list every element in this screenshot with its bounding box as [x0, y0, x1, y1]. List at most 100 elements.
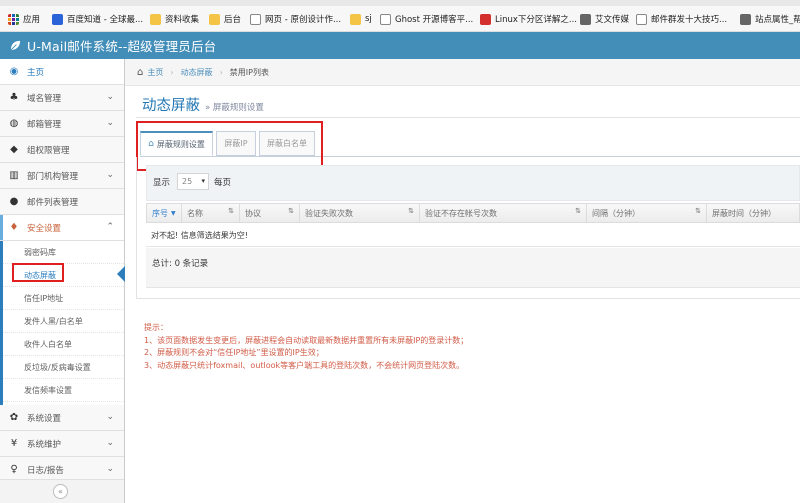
folder-icon: [209, 13, 220, 25]
bookmark-collection[interactable]: 资料收集: [150, 12, 199, 26]
bookmark-ghost[interactable]: Ghost 开源博客平...: [380, 12, 473, 26]
breadcrumb-separator: ›: [219, 67, 223, 77]
collapse-sidebar-button[interactable]: «: [53, 484, 68, 499]
bookmark-linux[interactable]: Linux下分区详解之...: [480, 12, 577, 26]
page-icon: [636, 13, 647, 25]
sidebar-item-system-maintenance[interactable]: ¥ 系统维护 ⌄: [0, 431, 124, 457]
chevron-down-icon: ⌄: [106, 92, 114, 102]
yen-icon: ¥: [10, 438, 18, 449]
column-header-protocol[interactable]: 协议 ⇅: [240, 204, 300, 222]
sidebar-item-label: 邮件列表管理: [27, 197, 79, 208]
sidebar-item-label: 系统维护: [27, 439, 62, 450]
bookmark-backend[interactable]: 后台: [209, 12, 241, 26]
sidebar-item-security[interactable]: ♦ 安全设置 ⌃: [0, 215, 124, 241]
gear-icon: [740, 13, 751, 25]
sidebar-item-departments[interactable]: ▥ 部门机构管理 ⌄: [0, 163, 124, 189]
bookmark-aiwen[interactable]: 艾文传媒: [580, 12, 629, 26]
sidebar-item-group-permissions[interactable]: ◆ 组权限管理: [0, 137, 124, 163]
chevron-down-icon: ⌄: [106, 170, 114, 180]
sidebar-item-mailbox[interactable]: ◍ 邮箱管理 ⌄: [0, 111, 124, 137]
tips-section: 提示： 1、该页面数据发生变更后，屏蔽进程会自动读取最新数据并重置所有未屏蔽IP…: [144, 322, 468, 372]
page-subtitle: » 屏蔽规则设置: [205, 103, 264, 113]
chevron-up-icon: ⌃: [106, 222, 114, 232]
submenu-item-sender-lists[interactable]: 发件人黑/白名单: [3, 310, 124, 333]
bookmark-apps[interactable]: 应用: [8, 12, 40, 26]
chevron-down-icon: ⌄: [106, 412, 114, 422]
chevron-down-icon: ⌄: [106, 438, 114, 448]
table-toolbar: 显示 25 ▾ 每页: [146, 165, 800, 201]
sidebar-item-label: 日志/报告: [27, 465, 64, 476]
active-submenu-pointer: [117, 266, 125, 282]
highlight-box-submenu: [12, 263, 64, 282]
column-header-interval[interactable]: 间隔（分钟） ⇅: [587, 204, 707, 222]
cog-icon: ✿: [9, 412, 19, 423]
dashboard-icon: ◉: [9, 66, 19, 77]
empty-result-row: 对不起! 信息筛选结果为空!: [146, 225, 800, 247]
per-page-label: 每页: [214, 178, 232, 188]
submenu-item-send-rate[interactable]: 发信频率设置: [3, 379, 124, 402]
page-size-select[interactable]: 25 ▾: [177, 173, 209, 190]
sort-icon: ⇅: [408, 207, 414, 215]
submenu-item-weak-passwords[interactable]: 弱密码库: [3, 241, 124, 264]
sidebar-item-mailing-lists[interactable]: ● 邮件列表管理: [0, 189, 124, 215]
baidu-paw-icon: [52, 13, 63, 25]
bar-chart-icon: ▥: [9, 170, 19, 181]
sidebar-item-system-settings[interactable]: ✿ 系统设置 ⌄: [0, 405, 124, 431]
column-header-nonexistent-account[interactable]: 验证不存在帐号次数 ⇅: [420, 204, 587, 222]
bookmark-baidu[interactable]: 百度知道 - 全球最...: [52, 12, 143, 26]
column-header-index[interactable]: 序号 ▼: [147, 204, 182, 222]
sidebar-collapse-bar: «: [0, 479, 124, 503]
tip-line: 3、动态屏蔽只统计foxmail、outlook等客户端工具的登陆次数，不会统计…: [144, 360, 465, 370]
sitemap-icon: ♣: [9, 92, 19, 103]
app-title: U-Mail邮件系统--超级管理员后台: [27, 39, 217, 54]
breadcrumb-home-link[interactable]: 主页: [147, 67, 163, 78]
sidebar-item-label: 安全设置: [27, 223, 62, 234]
bookmark-site-props[interactable]: 站点属性_帮: [740, 12, 800, 26]
tip-line: 2、屏蔽规则不会对“信任IP地址”里设置的IP生效；: [144, 348, 324, 357]
tip-line: 1、该页面数据发生变更后，屏蔽进程会自动读取最新数据并重置所有未屏蔽IP的登录计…: [144, 335, 469, 345]
page-title: 动态屏蔽: [142, 98, 200, 114]
globe-icon: ◍: [9, 118, 19, 129]
gear-icon: [580, 13, 591, 25]
submenu-item-recipient-whitelist[interactable]: 收件人白名单: [3, 333, 124, 356]
page-icon: [250, 13, 261, 25]
column-header-name[interactable]: 名称 ⇅: [182, 204, 240, 222]
sort-icon: ⇅: [695, 207, 701, 215]
folder-icon: [150, 13, 161, 25]
chevron-down-icon: ⌄: [106, 464, 114, 474]
apps-grid-icon: [8, 13, 19, 25]
chevron-down-icon: ⌄: [106, 118, 114, 128]
sidebar-item-label: 域名管理: [27, 93, 62, 104]
sidebar-item-label: 系统设置: [27, 413, 62, 424]
sidebar-item-domain[interactable]: ♣ 域名管理 ⌄: [0, 85, 124, 111]
tags-icon: ◆: [10, 144, 18, 155]
ghost-icon: [380, 13, 391, 25]
leaf-logo-icon: [10, 40, 21, 51]
user-icon: ●: [9, 196, 19, 207]
submenu-item-trusted-ip[interactable]: 信任IP地址: [3, 287, 124, 310]
submenu-item-antispam[interactable]: 反垃圾/反病毒设置: [3, 356, 124, 379]
column-header-auth-fail[interactable]: 验证失败次数 ⇅: [300, 204, 420, 222]
folder-icon: [350, 13, 361, 25]
divider: [136, 117, 800, 118]
caret-down-icon: ▾: [201, 177, 205, 185]
table-header: 序号 ▼ 名称 ⇅ 协议 ⇅ 验证失败次数 ⇅ 验证不存在帐号次数 ⇅ 间隔（分钟） ⇅ 屏…: [146, 203, 800, 223]
home-icon[interactable]: ⌂: [137, 67, 143, 78]
bookmark-sj[interactable]: sj: [350, 12, 372, 26]
bookmarks-bar: 应用 百度知道 - 全球最... 资料收集 后台 网页 - 原创设计作... s…: [0, 0, 800, 32]
column-header-block-time[interactable]: 屏蔽时间（分钟）: [707, 204, 800, 222]
tips-title: 提示：: [144, 323, 168, 332]
sidebar-item-label: 部门机构管理: [27, 171, 79, 182]
sidebar-item-home[interactable]: ◉ 主页: [0, 59, 124, 85]
sort-icon: ⇅: [575, 207, 581, 215]
sort-icon: ⇅: [228, 207, 234, 215]
show-label: 显示: [153, 178, 171, 188]
breadcrumb: ⌂ 主页 › 动态屏蔽 › 禁用IP列表: [125, 59, 800, 86]
bookmark-web-design[interactable]: 网页 - 原创设计作...: [250, 12, 341, 26]
sidebar-item-label: 组权限管理: [27, 145, 70, 156]
breadcrumb-section-link[interactable]: 动态屏蔽: [181, 67, 213, 78]
app-header: U-Mail邮件系统--超级管理员后台: [0, 32, 800, 59]
sidebar-item-label: 邮箱管理: [27, 119, 62, 130]
shield-icon: ♦: [9, 222, 19, 233]
bookmark-email-tips[interactable]: 邮件群发十大技巧...: [636, 12, 727, 26]
